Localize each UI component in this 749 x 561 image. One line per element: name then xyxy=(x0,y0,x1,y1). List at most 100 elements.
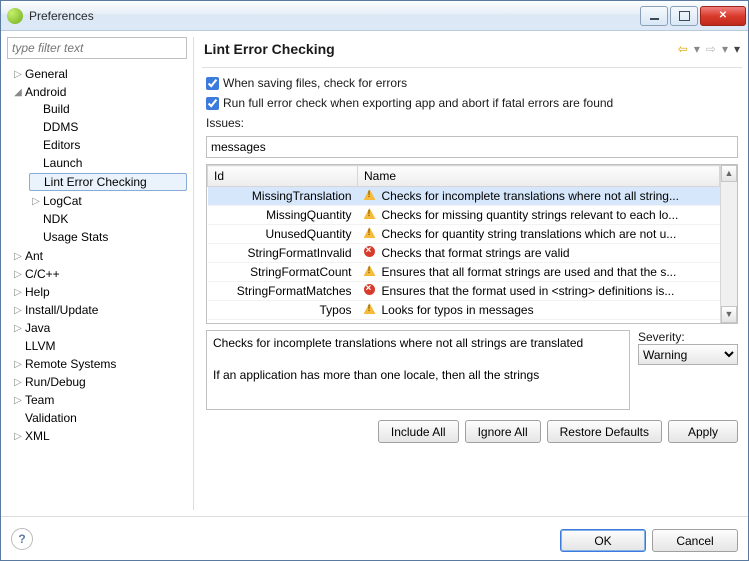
tree-item-llvm[interactable]: LLVM xyxy=(11,338,187,354)
issue-row[interactable]: MissingTranslation Checks for incomplete … xyxy=(208,187,720,206)
tree-item-usage[interactable]: Usage Stats xyxy=(29,229,187,245)
tree-item-build[interactable]: Build xyxy=(29,101,187,117)
filter-input[interactable] xyxy=(7,37,187,59)
window-title: Preferences xyxy=(29,9,640,23)
warning-icon xyxy=(364,303,376,314)
tree-item-ndk[interactable]: NDK xyxy=(29,211,187,227)
ok-button[interactable]: OK xyxy=(560,529,646,552)
tree-item-ant[interactable]: ▷Ant xyxy=(11,248,187,264)
issue-row[interactable]: UnusedQuantity Checks for quantity string… xyxy=(208,225,720,244)
check-on-export[interactable]: Run full error check when exporting app … xyxy=(206,96,738,110)
col-name[interactable]: Name xyxy=(358,166,720,187)
issue-name: Checks for incomplete translations where… xyxy=(376,187,720,206)
tree-item-team[interactable]: ▷Team xyxy=(11,392,187,408)
chevron-right-icon: ▷ xyxy=(13,305,23,316)
forward-menu-icon[interactable]: ▾ xyxy=(722,42,728,56)
minimize-button[interactable] xyxy=(640,6,668,26)
issue-row[interactable]: StringFormatInvalidChecks that format st… xyxy=(208,244,720,263)
tree-item-general[interactable]: ▷General xyxy=(11,66,187,82)
app-icon xyxy=(7,8,23,24)
chevron-down-icon: ◢ xyxy=(13,87,23,98)
sidebar: ▷General ◢Android Build DDMS Editors Lau… xyxy=(7,37,187,510)
severity-select[interactable]: Warning xyxy=(638,344,738,365)
tree-item-help[interactable]: ▷Help xyxy=(11,284,187,300)
include-all-button[interactable]: Include All xyxy=(378,420,459,443)
issue-name: Looks for typos in messages xyxy=(376,301,720,320)
ignore-all-button[interactable]: Ignore All xyxy=(465,420,541,443)
issue-detail: Checks for incomplete translations where… xyxy=(206,330,630,410)
issue-row[interactable]: StringFormatMatches Ensures that the form… xyxy=(208,282,720,301)
chevron-right-icon: ▷ xyxy=(13,359,23,370)
preference-tree[interactable]: ▷General ◢Android Build DDMS Editors Lau… xyxy=(7,63,187,510)
tree-item-android[interactable]: ◢Android xyxy=(11,84,187,100)
tree-item-editors[interactable]: Editors xyxy=(29,137,187,153)
issue-row[interactable]: StringFormatCount Ensures that all format… xyxy=(208,263,720,282)
issue-id: Typos xyxy=(208,301,358,320)
tree-item-lint[interactable]: Lint Error Checking xyxy=(29,173,187,191)
issues-table: Id Name MissingTranslation Checks for inc… xyxy=(206,164,738,324)
chevron-right-icon: ▷ xyxy=(13,323,23,334)
severity-label: Severity: xyxy=(638,330,738,344)
tree-item-xml[interactable]: ▷XML xyxy=(11,428,187,444)
help-icon[interactable]: ? xyxy=(11,528,33,550)
issues-label: Issues: xyxy=(206,116,738,130)
issue-row[interactable]: MissingQuantity Checks for missing quanti… xyxy=(208,206,720,225)
tree-item-logcat[interactable]: ▷LogCat xyxy=(29,193,187,209)
chevron-right-icon: ▷ xyxy=(31,196,41,207)
chevron-right-icon: ▷ xyxy=(13,377,23,388)
error-icon xyxy=(364,284,375,295)
issue-id: MissingTranslation xyxy=(208,187,358,206)
warning-icon xyxy=(364,227,376,238)
col-id[interactable]: Id xyxy=(208,166,358,187)
chevron-right-icon: ▷ xyxy=(13,269,23,280)
warning-icon xyxy=(364,189,376,200)
chevron-right-icon: ▷ xyxy=(13,431,23,442)
check-on-save[interactable]: When saving files, check for errors xyxy=(206,76,738,90)
issue-row[interactable]: Typos Looks for typos in messages xyxy=(208,301,720,320)
issue-name: Checks that format strings are valid xyxy=(376,244,720,263)
warning-icon xyxy=(364,208,376,219)
nav-icons: ⇦ ▾ ⇨ ▾ ▾ xyxy=(678,42,740,56)
issue-name: Ensures that the format used in <string>… xyxy=(376,282,720,301)
issue-name: Checks for quantity string translations … xyxy=(376,225,720,244)
titlebar[interactable]: Preferences xyxy=(1,1,748,31)
menu-icon[interactable]: ▾ xyxy=(734,42,740,56)
chevron-right-icon: ▷ xyxy=(13,395,23,406)
issue-name: Checks for missing quantity strings rele… xyxy=(376,206,720,225)
apply-button[interactable]: Apply xyxy=(668,420,738,443)
issue-name: Ensures that all format strings are used… xyxy=(376,263,720,282)
tree-item-rundebug[interactable]: ▷Run/Debug xyxy=(11,374,187,390)
maximize-button[interactable] xyxy=(670,6,698,26)
issue-id: UnusedQuantity xyxy=(208,225,358,244)
scroll-up-icon[interactable]: ▲ xyxy=(721,165,737,182)
forward-icon[interactable]: ⇨ xyxy=(706,42,716,56)
issue-id: MissingQuantity xyxy=(208,206,358,225)
main-pane: Lint Error Checking ⇦ ▾ ⇨ ▾ ▾ When saving … xyxy=(193,37,742,510)
tree-item-java[interactable]: ▷Java xyxy=(11,320,187,336)
chevron-right-icon: ▷ xyxy=(13,251,23,262)
cancel-button[interactable]: Cancel xyxy=(652,529,738,552)
scroll-down-icon[interactable]: ▼ xyxy=(721,306,737,323)
tree-item-validation[interactable]: Validation xyxy=(11,410,187,426)
back-menu-icon[interactable]: ▾ xyxy=(694,42,700,56)
check-on-export-checkbox[interactable] xyxy=(206,97,219,110)
warning-icon xyxy=(364,265,376,276)
check-on-save-checkbox[interactable] xyxy=(206,77,219,90)
back-icon[interactable]: ⇦ xyxy=(678,42,688,56)
page-title: Lint Error Checking xyxy=(204,41,678,57)
issue-id: StringFormatCount xyxy=(208,263,358,282)
restore-defaults-button[interactable]: Restore Defaults xyxy=(547,420,662,443)
tree-item-ddms[interactable]: DDMS xyxy=(29,119,187,135)
table-scrollbar[interactable]: ▲ ▼ xyxy=(720,165,737,323)
close-button[interactable] xyxy=(700,6,746,26)
tree-item-remote[interactable]: ▷Remote Systems xyxy=(11,356,187,372)
tree-item-install[interactable]: ▷Install/Update xyxy=(11,302,187,318)
tree-item-launch[interactable]: Launch xyxy=(29,155,187,171)
issues-search-input[interactable] xyxy=(206,136,738,158)
tree-item-cpp[interactable]: ▷C/C++ xyxy=(11,266,187,282)
error-icon xyxy=(364,246,375,257)
issue-id: StringFormatMatches xyxy=(208,282,358,301)
preferences-window: Preferences ▷General ◢Android Build DDMS… xyxy=(0,0,749,561)
chevron-right-icon: ▷ xyxy=(13,287,23,298)
dialog-footer: ? OK Cancel xyxy=(1,516,748,560)
